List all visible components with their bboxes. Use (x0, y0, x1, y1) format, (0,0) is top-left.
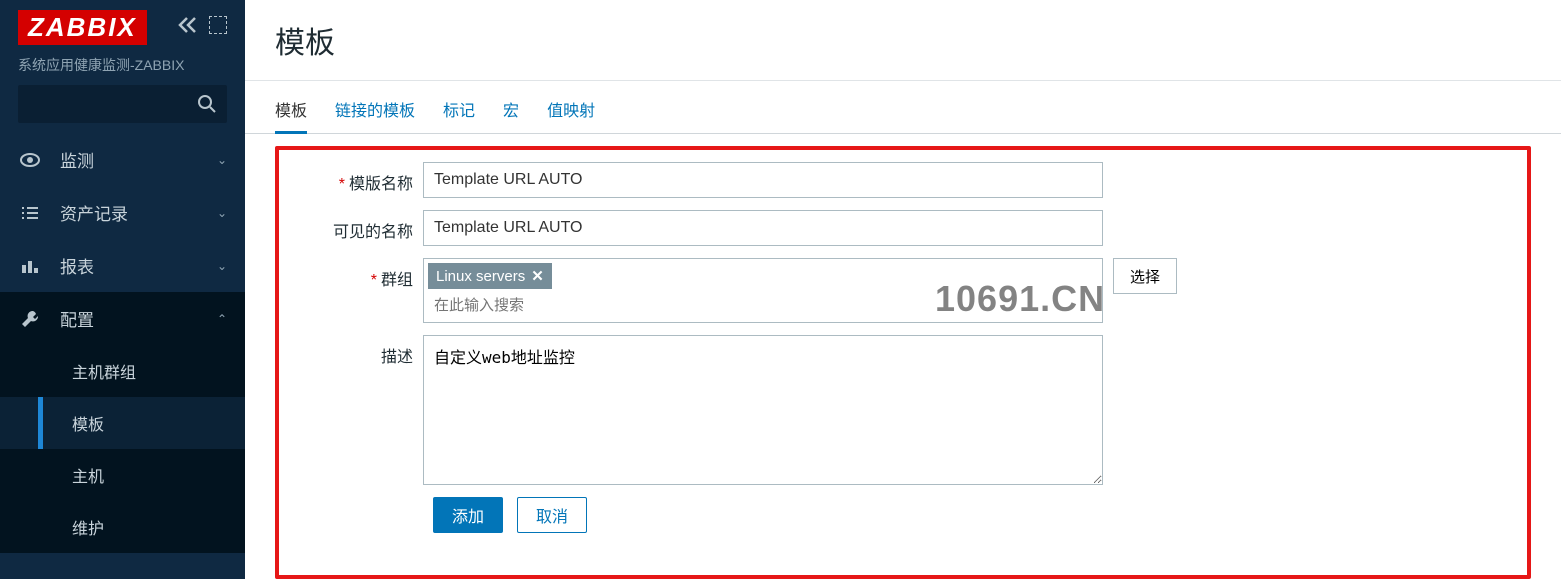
tabs: 模板 链接的模板 标记 宏 值映射 (245, 81, 1561, 134)
template-name-label: *模版名称 (293, 162, 423, 198)
kiosk-mode-icon[interactable] (209, 16, 227, 34)
logo: ZABBIX (18, 10, 147, 45)
subnav-templates[interactable]: 模板 (0, 397, 245, 449)
sidebar-top: ZABBIX (0, 0, 245, 55)
collapse-sidebar-icon[interactable] (177, 16, 201, 40)
search-input[interactable] (18, 85, 227, 123)
nav-monitoring[interactable]: 监测 ⌄ (0, 133, 245, 186)
tab-linked-templates[interactable]: 链接的模板 (335, 97, 415, 134)
subnav-configuration: 主机群组 模板 主机 维护 (0, 345, 245, 553)
sidebar-subtitle: 系统应用健康监测-ZABBIX (0, 55, 245, 85)
nav-reports[interactable]: 报表 ⌄ (0, 239, 245, 292)
cancel-button[interactable]: 取消 (517, 497, 587, 533)
bar-icon (18, 255, 42, 277)
tab-value-mapping[interactable]: 值映射 (547, 97, 595, 134)
group-tag: Linux servers ✕ (428, 263, 552, 289)
sidebar: ZABBIX 系统应用健康监测-ZABBIX 监测 ⌄ 资 (0, 0, 245, 579)
chevron-down-icon: ⌄ (217, 153, 227, 167)
tab-macros[interactable]: 宏 (503, 97, 519, 134)
page-title: 模板 (275, 18, 1531, 62)
template-name-input[interactable] (423, 162, 1103, 198)
nav: 监测 ⌄ 资产记录 ⌄ 报表 ⌄ 配置 ⌃ 主机群组 模板 主机 (0, 133, 245, 553)
add-button[interactable]: 添加 (433, 497, 503, 533)
nav-label: 配置 (60, 306, 94, 331)
chevron-down-icon: ⌄ (217, 259, 227, 273)
tab-tags[interactable]: 标记 (443, 97, 475, 134)
select-group-button[interactable]: 选择 (1113, 258, 1177, 294)
nav-label: 资产记录 (60, 200, 128, 225)
group-search-input[interactable] (426, 291, 1100, 320)
group-tag-label: Linux servers (436, 268, 525, 285)
group-multiselect[interactable]: Linux servers ✕ (423, 258, 1103, 323)
remove-tag-icon[interactable]: ✕ (531, 267, 544, 285)
eye-icon (18, 149, 42, 171)
nav-label: 报表 (60, 253, 94, 278)
subnav-maintenance[interactable]: 维护 (0, 501, 245, 553)
group-label: *群组 (293, 258, 423, 323)
page-header: 模板 (245, 0, 1561, 81)
nav-configuration[interactable]: 配置 ⌃ (0, 292, 245, 345)
visible-name-label: 可见的名称 (293, 210, 423, 246)
description-label: 描述 (293, 335, 423, 485)
tab-template[interactable]: 模板 (275, 97, 307, 134)
subnav-hosts[interactable]: 主机 (0, 449, 245, 501)
list-icon (18, 202, 42, 224)
form-area: *模版名称 可见的名称 *群组 Linux servers ✕ (275, 146, 1531, 579)
chevron-down-icon: ⌄ (217, 206, 227, 220)
description-textarea[interactable] (423, 335, 1103, 485)
nav-inventory[interactable]: 资产记录 ⌄ (0, 186, 245, 239)
nav-label: 监测 (60, 147, 94, 172)
visible-name-input[interactable] (423, 210, 1103, 246)
search-icon[interactable] (197, 94, 217, 114)
chevron-up-icon: ⌃ (217, 312, 227, 326)
wrench-icon (18, 308, 42, 330)
subnav-host-groups[interactable]: 主机群组 (0, 345, 245, 397)
main: 模板 模板 链接的模板 标记 宏 值映射 *模版名称 可见的名称 (245, 0, 1561, 579)
